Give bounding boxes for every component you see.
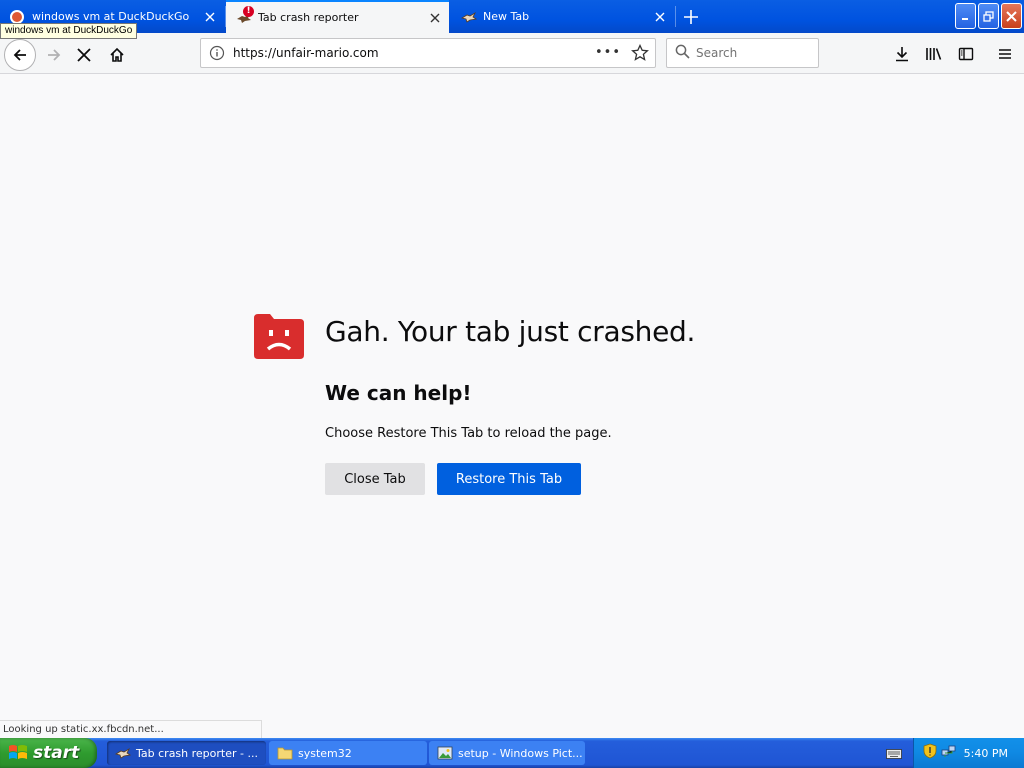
crash-page: Gah. Your tab just crashed. We can help!… — [0, 74, 1024, 720]
tab-title: New Tab — [483, 10, 530, 23]
tab-divider — [675, 6, 676, 27]
crash-subtitle: We can help! — [325, 381, 472, 405]
close-tab-button[interactable]: Close Tab — [325, 463, 425, 495]
library-icon — [926, 48, 942, 60]
url-bar[interactable]: ••• — [200, 38, 656, 68]
close-tab-icon[interactable] — [425, 8, 445, 28]
taskbar-item-system32[interactable]: system32 — [269, 741, 427, 765]
restore-window-icon — [983, 10, 994, 22]
crash-title: Gah. Your tab just crashed. — [325, 315, 696, 348]
tab-strip: windows vm at DuckDuckGo ! Tab crash rep… — [0, 0, 1024, 33]
sidebar-icon — [958, 47, 974, 61]
tab-crash-reporter[interactable]: ! Tab crash reporter — [226, 0, 449, 33]
sad-tab-icon — [254, 314, 304, 359]
tab-title: Tab crash reporter — [258, 11, 359, 24]
start-button[interactable]: start — [0, 738, 97, 768]
picture-viewer-icon — [437, 745, 453, 761]
security-shield-icon[interactable] — [923, 743, 937, 763]
home-icon — [110, 47, 124, 62]
back-arrow-icon — [13, 49, 26, 61]
restore-tab-button[interactable]: Restore This Tab — [437, 463, 581, 495]
taskbar-item-label: setup - Windows Pict... — [458, 746, 583, 760]
hamburger-icon — [999, 49, 1011, 59]
close-window-button[interactable] — [1001, 3, 1022, 29]
home-button[interactable] — [103, 41, 131, 69]
restore-window-button[interactable] — [978, 3, 999, 29]
taskbar-item-label: Tab crash reporter - ... — [136, 746, 258, 760]
windows-taskbar: start Tab crash reporter - ... system32 … — [0, 738, 1024, 768]
network-icon[interactable] — [941, 743, 957, 763]
crashed-bird-icon: ! — [236, 5, 254, 26]
taskbar-item-label: system32 — [298, 746, 352, 760]
tab-title: windows vm at DuckDuckGo — [32, 10, 190, 23]
bird-icon — [460, 9, 478, 25]
close-tab-icon[interactable] — [650, 7, 670, 27]
taskbar-clock[interactable]: 5:40 PM — [964, 747, 1008, 760]
open-menu-button[interactable] — [992, 41, 1018, 67]
tab-tooltip: windows vm at DuckDuckGo — [0, 23, 138, 39]
windows-logo-icon — [9, 745, 27, 759]
tab-new-tab[interactable]: New Tab — [451, 0, 674, 33]
stop-button[interactable] — [70, 41, 98, 69]
page-actions-icon[interactable]: ••• — [595, 45, 621, 60]
taskbar-item-firefox[interactable]: Tab crash reporter - ... — [107, 741, 266, 765]
plus-icon — [684, 10, 698, 24]
library-button[interactable] — [921, 41, 947, 67]
info-icon[interactable] — [209, 45, 225, 61]
bookmark-star-icon[interactable] — [631, 43, 649, 66]
search-input[interactable] — [696, 46, 806, 60]
forward-button[interactable] — [40, 41, 68, 69]
close-tab-icon[interactable] — [200, 7, 220, 27]
sidebar-button[interactable] — [953, 41, 979, 67]
search-bar[interactable] — [666, 38, 819, 68]
status-panel: Looking up static.xx.fbcdn.net... — [0, 720, 262, 738]
new-tab-button[interactable] — [679, 5, 703, 29]
search-icon — [675, 44, 690, 63]
navigation-toolbar: ••• — [0, 33, 1024, 74]
taskbar-item-picture-viewer[interactable]: setup - Windows Pict... — [429, 741, 585, 765]
download-icon — [896, 47, 908, 62]
crash-description: Choose Restore This Tab to reload the pa… — [325, 426, 612, 441]
stop-icon — [77, 48, 91, 62]
minimize-icon — [961, 18, 968, 20]
alert-badge-icon: ! — [243, 5, 254, 17]
keyboard-icon[interactable] — [886, 746, 902, 760]
firefox-icon — [114, 745, 132, 761]
url-input[interactable] — [233, 46, 593, 60]
close-window-icon — [1006, 10, 1017, 22]
folder-icon — [277, 745, 293, 761]
forward-arrow-icon — [48, 49, 61, 61]
minimize-button[interactable] — [955, 3, 976, 29]
downloads-button[interactable] — [889, 41, 915, 67]
start-label: start — [33, 743, 80, 763]
back-button[interactable] — [4, 39, 36, 71]
system-tray: 5:40 PM — [913, 738, 1024, 768]
